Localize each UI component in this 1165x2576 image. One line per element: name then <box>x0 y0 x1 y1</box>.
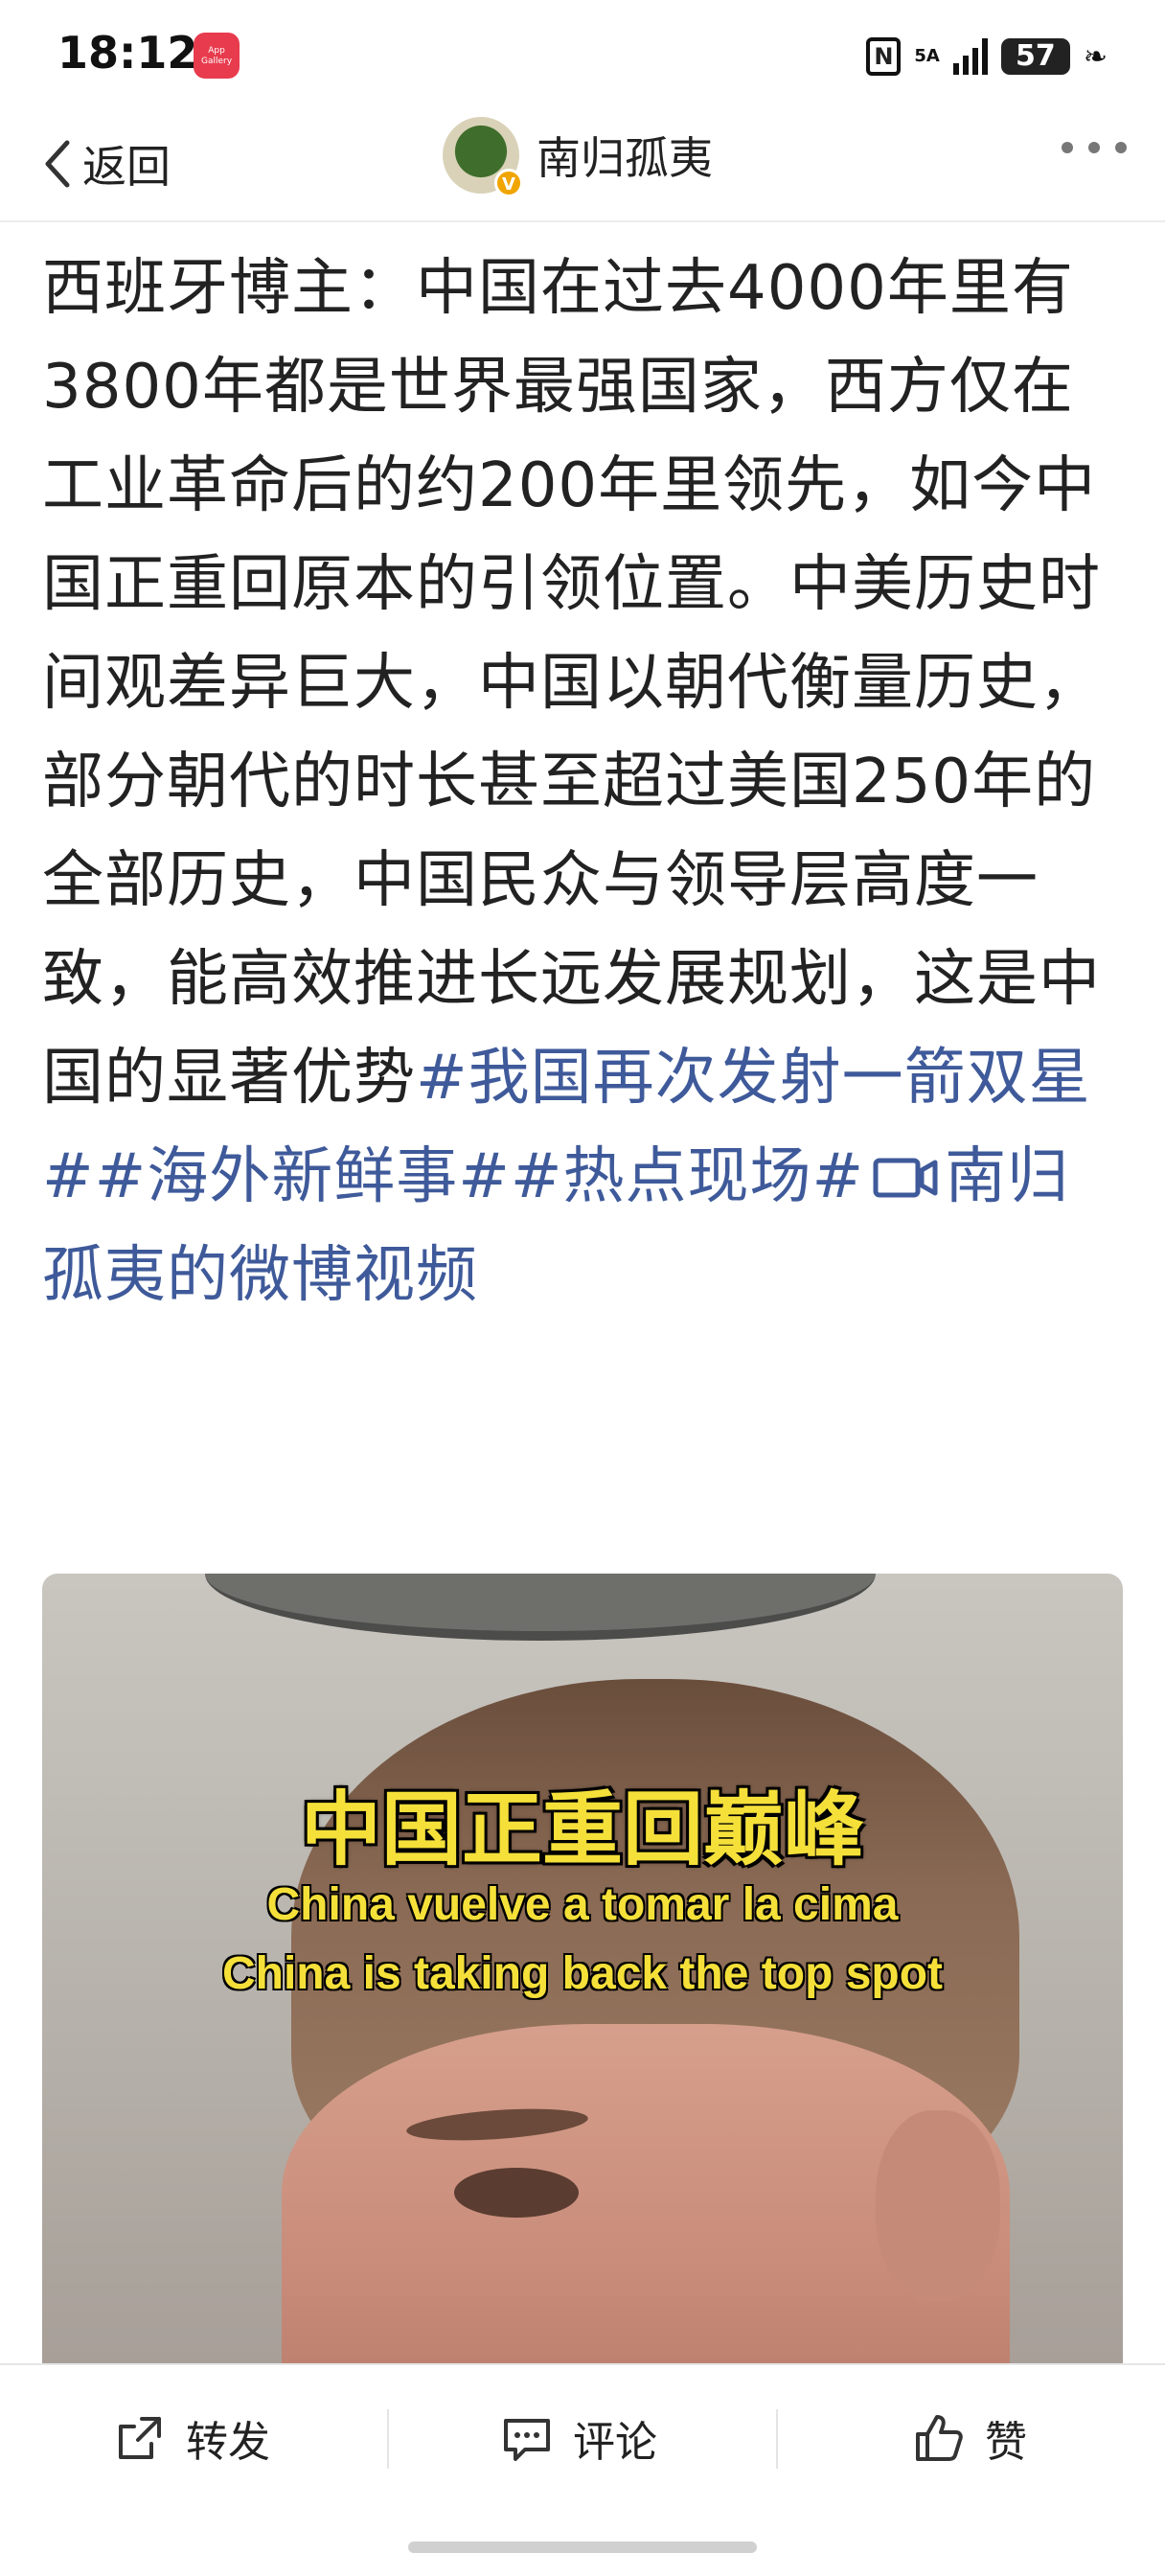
like-label: 赞 <box>985 2418 1027 2467</box>
top-navigation-bar: 返回 V 南归孤夷 <box>0 107 1165 222</box>
nfc-icon: N <box>866 37 902 76</box>
repost-button[interactable]: 转发 <box>113 2407 270 2469</box>
share-icon <box>119 2417 161 2459</box>
verified-badge: V <box>494 169 523 197</box>
home-indicator[interactable] <box>408 2542 757 2553</box>
person-ear <box>876 2110 1000 2302</box>
chevron-left-icon <box>45 140 70 188</box>
author-name[interactable]: 南归孤夷 <box>537 124 713 187</box>
more-options-button[interactable] <box>1062 142 1127 153</box>
comment-icon <box>504 2419 550 2461</box>
action-bar: 转发 评论 赞 <box>0 2363 1165 2513</box>
thumbs-up-icon <box>916 2415 963 2461</box>
app-gallery-icon: App Gallery <box>194 33 240 79</box>
ceiling-lamp <box>205 1574 876 1641</box>
comment-button[interactable]: 评论 <box>500 2407 657 2469</box>
video-camera-icon <box>873 1158 938 1198</box>
video-thumbnail[interactable]: 中国正重回巅峰 China vuelve a tomar la cima Chi… <box>42 1574 1123 2365</box>
status-bar: 18:12 App Gallery N 5A 57 ❧ <box>0 0 1165 107</box>
battery-icon: 57 <box>1000 38 1070 75</box>
video-caption-spanish: China vuelve a tomar la cima <box>266 1879 899 1930</box>
status-icons: N 5A 57 ❧ <box>866 33 1108 80</box>
dot-icon <box>1062 142 1073 153</box>
back-button[interactable]: 返回 <box>38 132 171 196</box>
repost-label: 转发 <box>186 2418 270 2467</box>
post-text: 西班牙博主：中国在过去4000年里有3800年都是世界最强国家，西方仅在工业革命… <box>42 240 1123 1325</box>
divider <box>776 2409 778 2469</box>
author-header[interactable]: V 南归孤夷 <box>443 117 713 197</box>
video-caption-english: China is taking back the top spot <box>221 1948 944 1999</box>
person-eye <box>454 2168 579 2218</box>
post-body: 西班牙博主：中国在过去4000年里有3800年都是世界最强国家，西方仅在工业革命… <box>42 253 1101 1114</box>
clock: 18:12 <box>57 27 198 79</box>
hashtag-link[interactable]: #热点现场# <box>511 1141 864 1212</box>
signal-icon <box>952 38 988 75</box>
back-label: 返回 <box>82 141 171 193</box>
network-type: 5A <box>914 46 940 66</box>
dot-icon <box>1115 142 1127 153</box>
power-saving-leaf-icon: ❧ <box>1083 39 1108 74</box>
avatar[interactable]: V <box>443 117 523 197</box>
hashtag-link[interactable]: #海外新鲜事# <box>95 1141 511 1212</box>
video-caption-chinese: 中国正重回巅峰 <box>300 1782 864 1876</box>
dot-icon <box>1088 142 1100 153</box>
like-button[interactable]: 赞 <box>912 2407 1027 2469</box>
divider <box>387 2409 389 2469</box>
comment-label: 评论 <box>573 2418 657 2467</box>
